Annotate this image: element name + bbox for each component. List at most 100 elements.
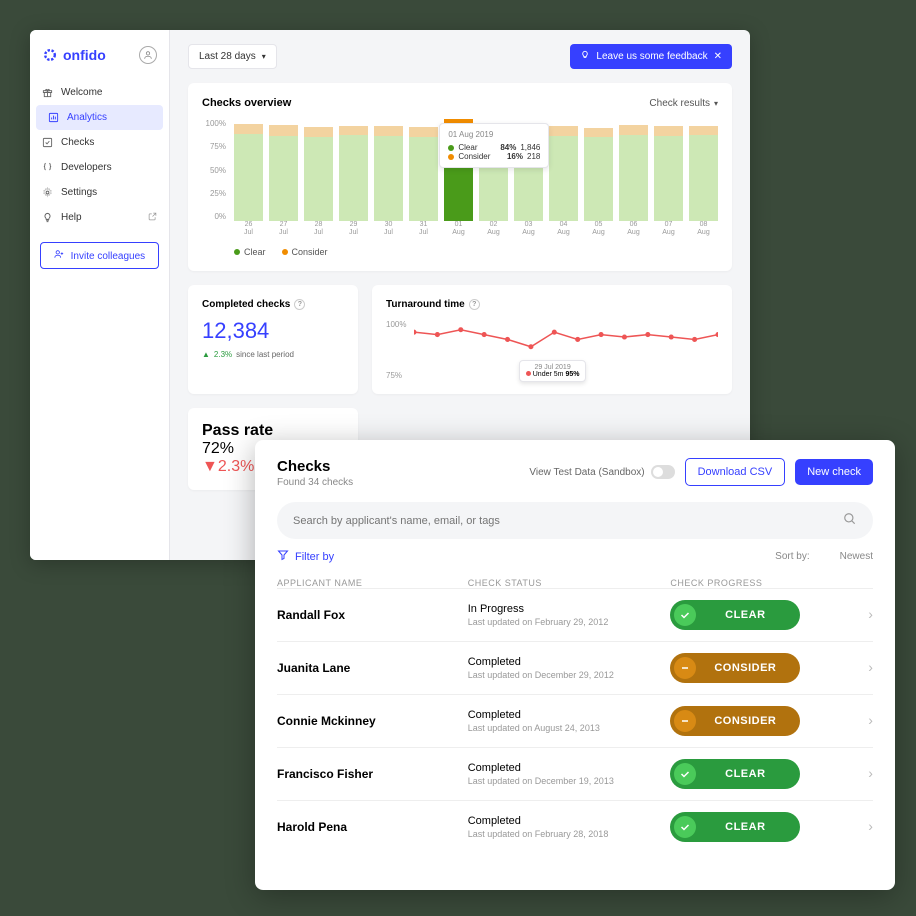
- sidebar-item-help[interactable]: Help: [30, 205, 169, 230]
- down-arrow-icon: ▼: [202, 458, 218, 475]
- help-icon[interactable]: ?: [469, 299, 480, 310]
- table-row[interactable]: Connie MckinneyCompletedLast updated on …: [277, 694, 873, 747]
- chart-yaxis: 100% 75% 50% 25% 0%: [202, 119, 230, 221]
- feedback-banner[interactable]: Leave us some feedback ✕: [570, 44, 732, 69]
- progress-pill: CONSIDER: [670, 706, 800, 736]
- filter-by-button[interactable]: Filter by: [277, 549, 334, 564]
- sidebar-item-label: Checks: [61, 137, 94, 148]
- chart-bar[interactable]: [374, 119, 403, 221]
- last-updated: Last updated on August 24, 2013: [468, 723, 671, 733]
- search-bar[interactable]: [277, 502, 873, 539]
- last-updated: Last updated on December 19, 2013: [468, 776, 671, 786]
- legend-clear-icon: [234, 249, 240, 255]
- legend-consider-icon: [282, 249, 288, 255]
- external-icon: [148, 212, 157, 223]
- sidebar-item-label: Developers: [61, 162, 112, 173]
- chevron-right-icon[interactable]: ›: [868, 765, 873, 781]
- sparkline-tooltip: 29 Jul 2019 Under 5m 95%: [519, 360, 587, 382]
- chart-bar[interactable]: [304, 119, 333, 221]
- sort-by-value[interactable]: Newest: [840, 551, 873, 562]
- topbar: Last 28 days ▾ Leave us some feedback ✕: [188, 44, 732, 69]
- kpi-value: 12,384: [202, 318, 344, 344]
- sidebar-item-welcome[interactable]: Welcome: [30, 80, 169, 105]
- dot-red-icon: [526, 371, 531, 376]
- chart-bar[interactable]: [584, 119, 613, 221]
- chart-bar[interactable]: [654, 119, 683, 221]
- sandbox-toggle[interactable]: [651, 465, 675, 479]
- invite-colleagues-button[interactable]: Invite colleagues: [40, 242, 159, 269]
- help-icon[interactable]: ?: [294, 299, 305, 310]
- chart-bar[interactable]: [234, 119, 263, 221]
- sort-by-label: Sort by:: [775, 551, 809, 562]
- check-icon: [674, 763, 696, 785]
- new-check-button[interactable]: New check: [795, 459, 873, 485]
- sidebar-item-analytics[interactable]: Analytics: [36, 105, 163, 130]
- search-input[interactable]: [293, 515, 843, 527]
- table-header: APPLICANT NAME CHECK STATUS CHECK PROGRE…: [277, 578, 873, 588]
- progress-pill: CLEAR: [670, 759, 800, 789]
- chart-bar[interactable]: [549, 119, 578, 221]
- sandbox-toggle-label: View Test Data (Sandbox): [529, 465, 674, 479]
- sidebar-item-developers[interactable]: Developers: [30, 155, 169, 180]
- kpi-title: Completed checks: [202, 299, 290, 310]
- check-status: Completed: [468, 762, 671, 774]
- table-row[interactable]: Harold PenaCompletedLast updated on Febr…: [277, 800, 873, 853]
- dot-consider-icon: [448, 154, 454, 160]
- date-range-selector[interactable]: Last 28 days ▾: [188, 44, 277, 69]
- chart-bar[interactable]: [269, 119, 298, 221]
- table-body: Randall FoxIn Progress Last updated on Fe…: [277, 588, 873, 853]
- sidebar-item-label: Help: [61, 212, 82, 223]
- last-updated: Last updated on December 29, 2012: [468, 670, 671, 680]
- kpi-title: Turnaround time: [386, 299, 465, 310]
- table-row[interactable]: Randall FoxIn Progress Last updated on Fe…: [277, 588, 873, 641]
- search-icon: [843, 512, 857, 529]
- chevron-down-icon: ▾: [714, 99, 718, 108]
- check-results-dropdown[interactable]: Check results ▾: [649, 98, 718, 109]
- card-title: Checks overview: [202, 97, 291, 109]
- check-status: Completed: [468, 709, 671, 721]
- chevron-right-icon[interactable]: ›: [868, 659, 873, 675]
- last-updated: Last updated on February 29, 2012: [468, 617, 671, 627]
- close-icon[interactable]: ✕: [714, 51, 722, 62]
- checks-overview-card: Checks overview Check results ▾ 100% 75%…: [188, 83, 732, 271]
- check-icon: [674, 604, 696, 626]
- chevron-right-icon[interactable]: ›: [868, 818, 873, 834]
- sidebar: onfido Welcome Analytics Checks Develope…: [30, 30, 170, 560]
- applicant-name: Harold Pena: [277, 820, 468, 834]
- panel-subtitle: Found 34 checks: [277, 477, 353, 488]
- user-plus-icon: [54, 251, 64, 262]
- chevron-right-icon[interactable]: ›: [868, 606, 873, 622]
- checks-overview-chart: 100% 75% 50% 25% 0% 26Jul27Jul28Jul29Jul…: [202, 119, 718, 239]
- sidebar-item-label: Analytics: [67, 112, 107, 123]
- kpi-title: Pass rate: [202, 422, 273, 439]
- applicant-name: Francisco Fisher: [277, 767, 468, 781]
- chart-bar[interactable]: [619, 119, 648, 221]
- table-row[interactable]: Francisco FisherCompleted Last updated on…: [277, 747, 873, 800]
- chevron-right-icon[interactable]: ›: [868, 712, 873, 728]
- checks-panel: Checks Found 34 checks View Test Data (S…: [255, 440, 895, 890]
- brand-name: onfido: [63, 47, 106, 63]
- gift-icon: [42, 87, 53, 98]
- turnaround-time-card: Turnaround time? 100% 75% 29 Jul 2019 Un…: [372, 285, 732, 394]
- bulb-icon: [580, 50, 590, 63]
- chart-bar[interactable]: [409, 119, 438, 221]
- chart-bar[interactable]: [689, 119, 718, 221]
- table-row[interactable]: Juanita LaneCompletedLast updated on Dec…: [277, 641, 873, 694]
- brand: onfido: [30, 40, 169, 70]
- panel-title: Checks: [277, 458, 353, 475]
- sidebar-item-checks[interactable]: Checks: [30, 130, 169, 155]
- applicant-name: Randall Fox: [277, 608, 468, 622]
- check-status: Completed: [468, 656, 671, 668]
- sidebar-item-label: Welcome: [61, 87, 103, 98]
- user-avatar-icon[interactable]: [139, 46, 157, 64]
- bulb-icon: [42, 212, 53, 223]
- sidebar-item-settings[interactable]: Settings: [30, 180, 169, 205]
- brand-logo-icon: [42, 47, 58, 63]
- check-status: In Progress: [468, 603, 671, 615]
- download-csv-button[interactable]: Download CSV: [685, 458, 786, 486]
- sidebar-item-label: Settings: [61, 187, 97, 198]
- sidebar-nav: Welcome Analytics Checks Developers Sett…: [30, 80, 169, 230]
- up-arrow-icon: ▲: [202, 350, 210, 359]
- chart-legend: Clear Consider: [234, 247, 718, 257]
- chart-bar[interactable]: [339, 119, 368, 221]
